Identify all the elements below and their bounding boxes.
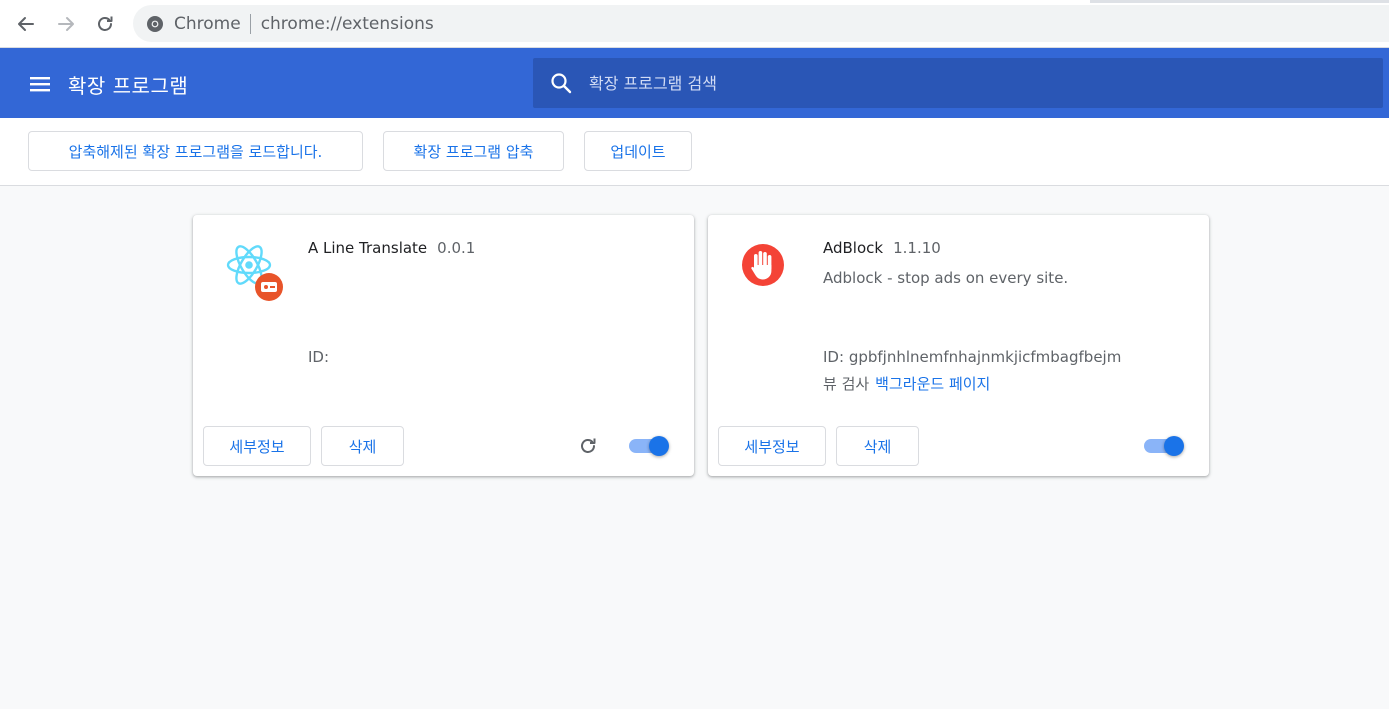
details-button[interactable]: 세부정보 bbox=[203, 426, 311, 466]
scheme-label: Chrome bbox=[174, 13, 241, 34]
back-button[interactable] bbox=[12, 10, 40, 38]
load-unpacked-button[interactable]: 압축해제된 확장 프로그램을 로드합니다. bbox=[28, 131, 363, 171]
extension-id: ID: gpbfjnhlnemfnhajnmkjicfmbagfbejm bbox=[823, 348, 1121, 366]
card-footer: 세부정보 삭제 bbox=[193, 425, 694, 476]
card-footer: 세부정보 삭제 bbox=[708, 425, 1209, 476]
extension-name: AdBlock bbox=[823, 239, 884, 257]
forward-button[interactable] bbox=[52, 10, 80, 38]
tab-strip-edge bbox=[1090, 0, 1389, 3]
page-title: 확장 프로그램 bbox=[68, 74, 189, 98]
extension-card-a-line-translate: A Line Translate 0.0.1 ID: 세부정보 삭제 bbox=[193, 215, 694, 476]
developer-toolbar: 압축해제된 확장 프로그램을 로드합니다. 확장 프로그램 압축 업데이트 bbox=[0, 118, 1389, 186]
inspect-views-label: 뷰 검사 bbox=[823, 375, 870, 393]
pack-extension-button[interactable]: 확장 프로그램 압축 bbox=[383, 131, 564, 171]
remove-button[interactable]: 삭제 bbox=[321, 426, 404, 466]
update-button[interactable]: 업데이트 bbox=[584, 131, 692, 171]
extension-description: Adblock - stop ads on every site. bbox=[823, 269, 1069, 287]
extension-version: 1.1.10 bbox=[893, 239, 941, 257]
main-menu-button[interactable] bbox=[26, 70, 54, 98]
extension-title: A Line Translate 0.0.1 bbox=[308, 239, 475, 257]
toggle-knob bbox=[1164, 436, 1184, 456]
extension-id-label: ID: bbox=[823, 348, 845, 366]
enable-toggle[interactable] bbox=[1144, 436, 1184, 456]
chrome-icon bbox=[146, 15, 164, 33]
arrow-left-icon bbox=[18, 17, 34, 31]
extensions-header: 확장 프로그램 bbox=[0, 48, 1389, 118]
background-page-link[interactable]: 백그라운드 페이지 bbox=[875, 375, 990, 393]
url-text[interactable]: chrome://extensions bbox=[261, 14, 434, 34]
extension-name: A Line Translate bbox=[308, 239, 428, 257]
reload-extension-button[interactable] bbox=[576, 434, 600, 458]
hamburger-menu-icon bbox=[30, 77, 50, 92]
address-separator bbox=[249, 13, 251, 34]
details-button[interactable]: 세부정보 bbox=[718, 426, 826, 466]
extension-card-adblock: AdBlock 1.1.10 Adblock - stop ads on eve… bbox=[708, 215, 1209, 476]
toggle-knob bbox=[649, 436, 669, 456]
adblock-hand-icon bbox=[736, 241, 800, 305]
remove-button[interactable]: 삭제 bbox=[836, 426, 919, 466]
extension-id-value: gpbfjnhlnemfnhajnmkjicfmbagfbejm bbox=[848, 348, 1122, 366]
extension-id-label: ID: bbox=[308, 348, 330, 366]
reload-icon bbox=[581, 438, 596, 453]
extension-id: ID: bbox=[308, 348, 329, 366]
search-box[interactable] bbox=[533, 58, 1383, 108]
search-icon bbox=[549, 71, 573, 95]
enable-toggle[interactable] bbox=[629, 436, 669, 456]
browser-toolbar: Chrome chrome://extensions bbox=[0, 0, 1389, 48]
extension-version: 0.0.1 bbox=[437, 239, 476, 257]
search-input[interactable] bbox=[589, 73, 1289, 93]
react-icon bbox=[221, 241, 285, 305]
arrow-right-icon bbox=[58, 17, 74, 31]
reload-icon bbox=[98, 16, 113, 31]
browser-reload-button[interactable] bbox=[91, 10, 119, 38]
address-bar[interactable]: Chrome chrome://extensions bbox=[133, 5, 1389, 42]
extension-title: AdBlock 1.1.10 bbox=[823, 239, 941, 257]
inspect-views: 뷰 검사 백그라운드 페이지 bbox=[823, 373, 990, 394]
